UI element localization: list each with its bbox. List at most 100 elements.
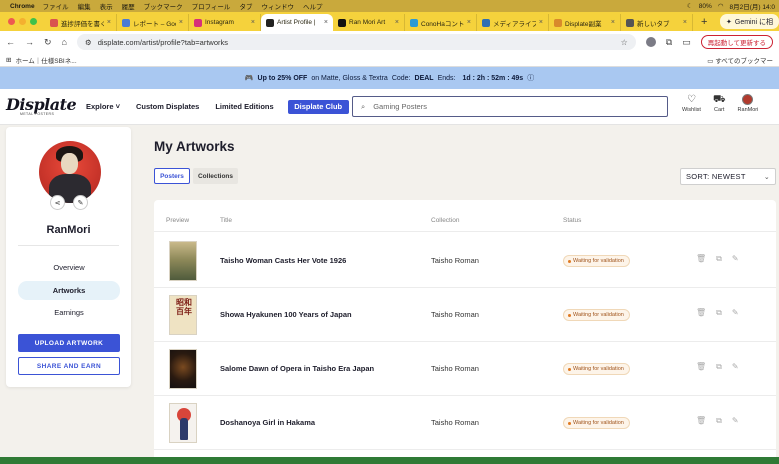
tab-collections[interactable]: Collections — [193, 168, 238, 184]
close-tab-icon[interactable]: × — [683, 19, 687, 26]
sidebar-item-artworks[interactable]: Artworks — [18, 281, 120, 300]
displate-club-button[interactable]: Displate Club — [287, 99, 349, 114]
back-icon[interactable]: ← — [6, 37, 15, 47]
browser-tab[interactable]: メディアライブ × — [477, 14, 549, 31]
sidepanel-icon[interactable]: ▭ — [682, 37, 691, 48]
artwork-thumbnail[interactable] — [169, 241, 197, 281]
puzzle-icon[interactable]: ⧉ — [666, 37, 672, 48]
upload-artwork-button[interactable]: UPLOAD ARTWORK — [18, 334, 120, 352]
search-input[interactable]: ⌕ Gaming Posters — [352, 96, 668, 117]
artwork-thumbnail[interactable]: 昭和百年 — [169, 295, 197, 335]
browser-tab[interactable]: 新しいタブ × — [621, 14, 693, 31]
close-tab-icon[interactable]: × — [324, 19, 328, 26]
avatar — [742, 94, 754, 105]
battery-level[interactable]: 80% — [699, 3, 712, 10]
menubar-item[interactable]: 履歴 — [122, 1, 135, 11]
displate-logo[interactable]: Displate METAL POSTERS — [6, 97, 77, 117]
browser-tab[interactable]: Ran Mori Art × — [333, 14, 405, 31]
artwork-thumbnail[interactable] — [169, 349, 197, 389]
artwork-title[interactable]: Salome Dawn of Opera in Taisho Era Japan — [220, 364, 374, 373]
edit-pencil-icon[interactable]: ✎ — [732, 308, 739, 318]
menubar-item[interactable]: プロフィール — [192, 1, 231, 11]
bookmark-item[interactable]: ホーム｜仕様SBIネ... — [15, 55, 76, 65]
browser-tab[interactable]: Instagram × — [189, 14, 261, 31]
table-row[interactable]: 昭和百年 Showa Hyakunen 100 Years of Japan T… — [154, 288, 776, 342]
page-title: My Artworks — [154, 139, 235, 154]
new-tab-button[interactable]: + — [693, 16, 715, 31]
nav-explore[interactable]: Explore ˅ — [86, 102, 120, 111]
menubar-item[interactable]: ウィンドウ — [261, 1, 294, 11]
sort-dropdown[interactable]: SORT: NEWEST ⌄ — [680, 168, 776, 185]
edit-pencil-icon[interactable]: ✎ — [732, 254, 739, 264]
info-icon[interactable]: ⓘ — [527, 73, 534, 83]
minimize-window-icon[interactable] — [19, 18, 26, 25]
update-button[interactable]: 再起動して更新する — [700, 35, 773, 49]
reload-icon[interactable]: ↻ — [44, 37, 52, 48]
browser-tab[interactable]: レポート – Goo × — [117, 14, 189, 31]
table-row[interactable]: Taisho Woman Casts Her Vote 1926 Taisho … — [154, 234, 776, 288]
favicon-icon — [194, 18, 202, 27]
forward-icon[interactable]: → — [25, 37, 34, 47]
copy-icon[interactable]: ⧉ — [716, 308, 722, 318]
trash-icon[interactable]: 🗑 — [696, 308, 706, 318]
copy-icon[interactable]: ⧉ — [716, 362, 722, 372]
tab-posters[interactable]: Posters — [154, 168, 190, 184]
home-icon[interactable]: ⌂ — [62, 37, 67, 47]
close-tab-icon[interactable]: × — [179, 19, 183, 26]
browser-tab-active[interactable]: Artist Profile | × — [261, 14, 333, 31]
gemini-button[interactable]: ✦ Gemini に相 — [720, 14, 779, 29]
artwork-title[interactable]: Showa Hyakunen 100 Years of Japan — [220, 310, 352, 319]
trash-icon[interactable]: 🗑 — [696, 254, 706, 264]
table-row[interactable]: Salome Dawn of Opera in Taisho Era Japan… — [154, 342, 776, 396]
copy-icon[interactable]: ⧉ — [716, 254, 722, 264]
menubar-item[interactable]: ファイル — [43, 1, 69, 11]
edit-pencil-icon[interactable]: ✎ — [732, 416, 739, 426]
menubar-item[interactable]: タブ — [239, 1, 252, 11]
account-button[interactable]: RanMori — [738, 94, 758, 113]
site-info-icon[interactable]: ⚙ — [85, 38, 92, 47]
all-bookmarks-link[interactable]: ▭ すべてのブックマー — [707, 55, 773, 65]
artwork-title[interactable]: Doshanoya Girl in Hakama — [220, 418, 315, 427]
edit-pencil-icon[interactable]: ✎ — [73, 195, 88, 210]
wifi-icon[interactable]: ◠ — [718, 2, 724, 10]
table-row[interactable]: Doshanoya Girl in Hakama Taisho Roman Wa… — [154, 396, 776, 450]
artwork-title[interactable]: Taisho Woman Casts Her Vote 1926 — [220, 256, 346, 265]
sidebar-item-earnings[interactable]: Earnings — [18, 303, 120, 322]
menubar-item[interactable]: 表示 — [100, 1, 113, 11]
extension-icon[interactable] — [645, 37, 656, 47]
close-tab-icon[interactable]: × — [395, 19, 399, 26]
sidebar-item-overview[interactable]: Overview — [18, 258, 120, 277]
share-icon[interactable]: ⋖ — [50, 195, 65, 210]
artwork-thumbnail[interactable] — [169, 403, 197, 443]
url-input[interactable]: ⚙ displate.com/artist/profile?tab=artwor… — [76, 34, 636, 50]
menubar-item[interactable]: ヘルプ — [303, 1, 323, 11]
menubar-item[interactable]: 編集 — [78, 1, 91, 11]
browser-tab[interactable]: 進捗評価を書く × — [45, 14, 117, 31]
promo-banner[interactable]: 🎮 Up to 25% OFF on Matte, Gloss & Textra… — [0, 67, 779, 89]
copy-icon[interactable]: ⧉ — [716, 416, 722, 426]
moon-icon[interactable]: ☾ — [687, 2, 693, 10]
promo-headline: Up to 25% OFF — [257, 74, 308, 82]
browser-tab[interactable]: ConoHaコント × — [405, 14, 477, 31]
share-and-earn-button[interactable]: SHARE AND EARN — [18, 357, 120, 375]
bookmark-star-icon[interactable]: ☆ — [621, 38, 628, 47]
close-window-icon[interactable] — [8, 18, 15, 25]
close-tab-icon[interactable]: × — [539, 19, 543, 26]
edit-pencil-icon[interactable]: ✎ — [732, 362, 739, 372]
nav-custom-displates[interactable]: Custom Displates — [136, 102, 199, 111]
apps-grid-icon[interactable]: ⊞ — [6, 56, 11, 64]
close-tab-icon[interactable]: × — [467, 19, 471, 26]
nav-limited-editions[interactable]: Limited Editions — [215, 102, 273, 111]
menubar-app-name[interactable]: Chrome — [10, 3, 35, 10]
trash-icon[interactable]: 🗑 — [696, 362, 706, 372]
menubar-item[interactable]: ブックマーク — [144, 1, 183, 11]
close-tab-icon[interactable]: × — [251, 19, 255, 26]
cart-button[interactable]: ⛟ Cart — [713, 94, 726, 113]
browser-tab[interactable]: Displate副業 × — [549, 14, 621, 31]
maximize-window-icon[interactable] — [30, 18, 37, 25]
close-tab-icon[interactable]: × — [611, 19, 615, 26]
wishlist-button[interactable]: ♡ Wishlist — [682, 94, 701, 113]
trash-icon[interactable]: 🗑 — [696, 416, 706, 426]
datetime[interactable]: 8月2日(月) 14:0 — [729, 1, 775, 11]
close-tab-icon[interactable]: × — [107, 19, 111, 26]
